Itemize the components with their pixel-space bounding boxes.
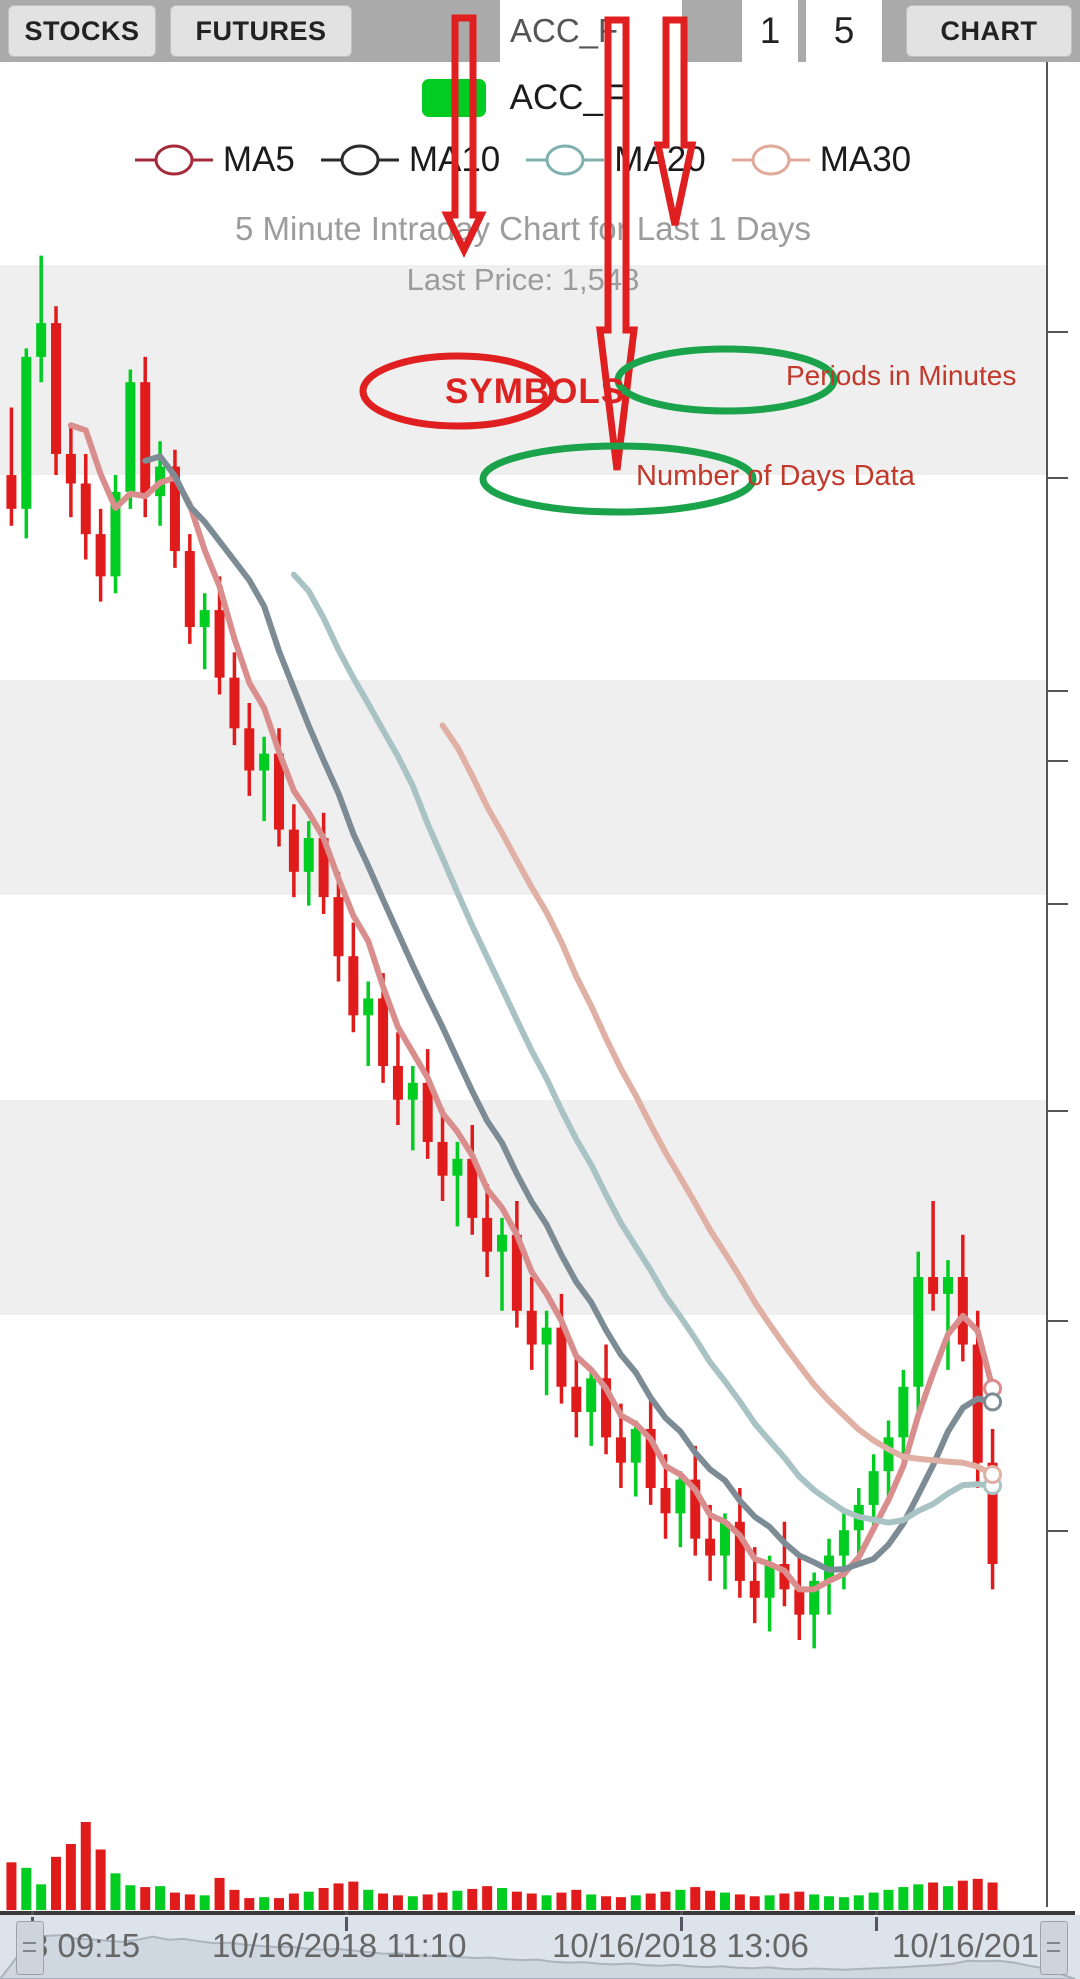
y-axis-tick	[1048, 1320, 1068, 1322]
navigator-handle-left[interactable]	[16, 1921, 44, 1975]
toolbar-divider-1	[682, 0, 686, 62]
range-navigator[interactable]: 8 09:15 10/16/2018 11:10 10/16/2018 13:0…	[0, 1915, 1080, 1979]
y-axis-tick	[1048, 1530, 1068, 1532]
annotation-label-days: Number of Days Data	[636, 460, 915, 492]
toolbar-divider-2	[798, 0, 802, 62]
y-axis-tick	[1048, 760, 1068, 762]
x-axis-label: 10/16/2018 13:06	[552, 1927, 809, 1964]
stocks-button[interactable]: STOCKS	[8, 5, 156, 57]
annotation-label-periods: Periods in Minutes	[786, 360, 1017, 391]
symbol-input[interactable]	[500, 0, 682, 62]
y-axis-tick	[1048, 331, 1068, 333]
navigator-handle-right[interactable]	[1040, 1921, 1068, 1975]
y-axis-tick	[1048, 477, 1068, 479]
price-plot	[6, 255, 1003, 1910]
x-axis-label: 10/16/2018 11:10	[212, 1927, 467, 1964]
x-axis-label: 8 09:15	[30, 1927, 141, 1964]
y-axis-tick	[1048, 690, 1068, 692]
days-input[interactable]	[742, 0, 798, 62]
y-axis-line	[1046, 62, 1048, 1907]
futures-button[interactable]: FUTURES	[170, 5, 352, 57]
chart-canvas[interactable]: ACC_F MA5 MA10 MA20 MA30 5 Minute Intrad…	[0, 62, 1080, 1911]
y-axis-tick	[1048, 1110, 1068, 1112]
x-axis-label: 10/16/2018	[892, 1927, 1058, 1964]
y-axis-tick	[1048, 903, 1068, 905]
annotation-label-symbols: SYMBOLS	[445, 372, 626, 411]
period-input[interactable]	[806, 0, 882, 62]
top-toolbar: STOCKS FUTURES CHART	[0, 0, 1080, 62]
chart-button[interactable]: CHART	[906, 5, 1072, 57]
